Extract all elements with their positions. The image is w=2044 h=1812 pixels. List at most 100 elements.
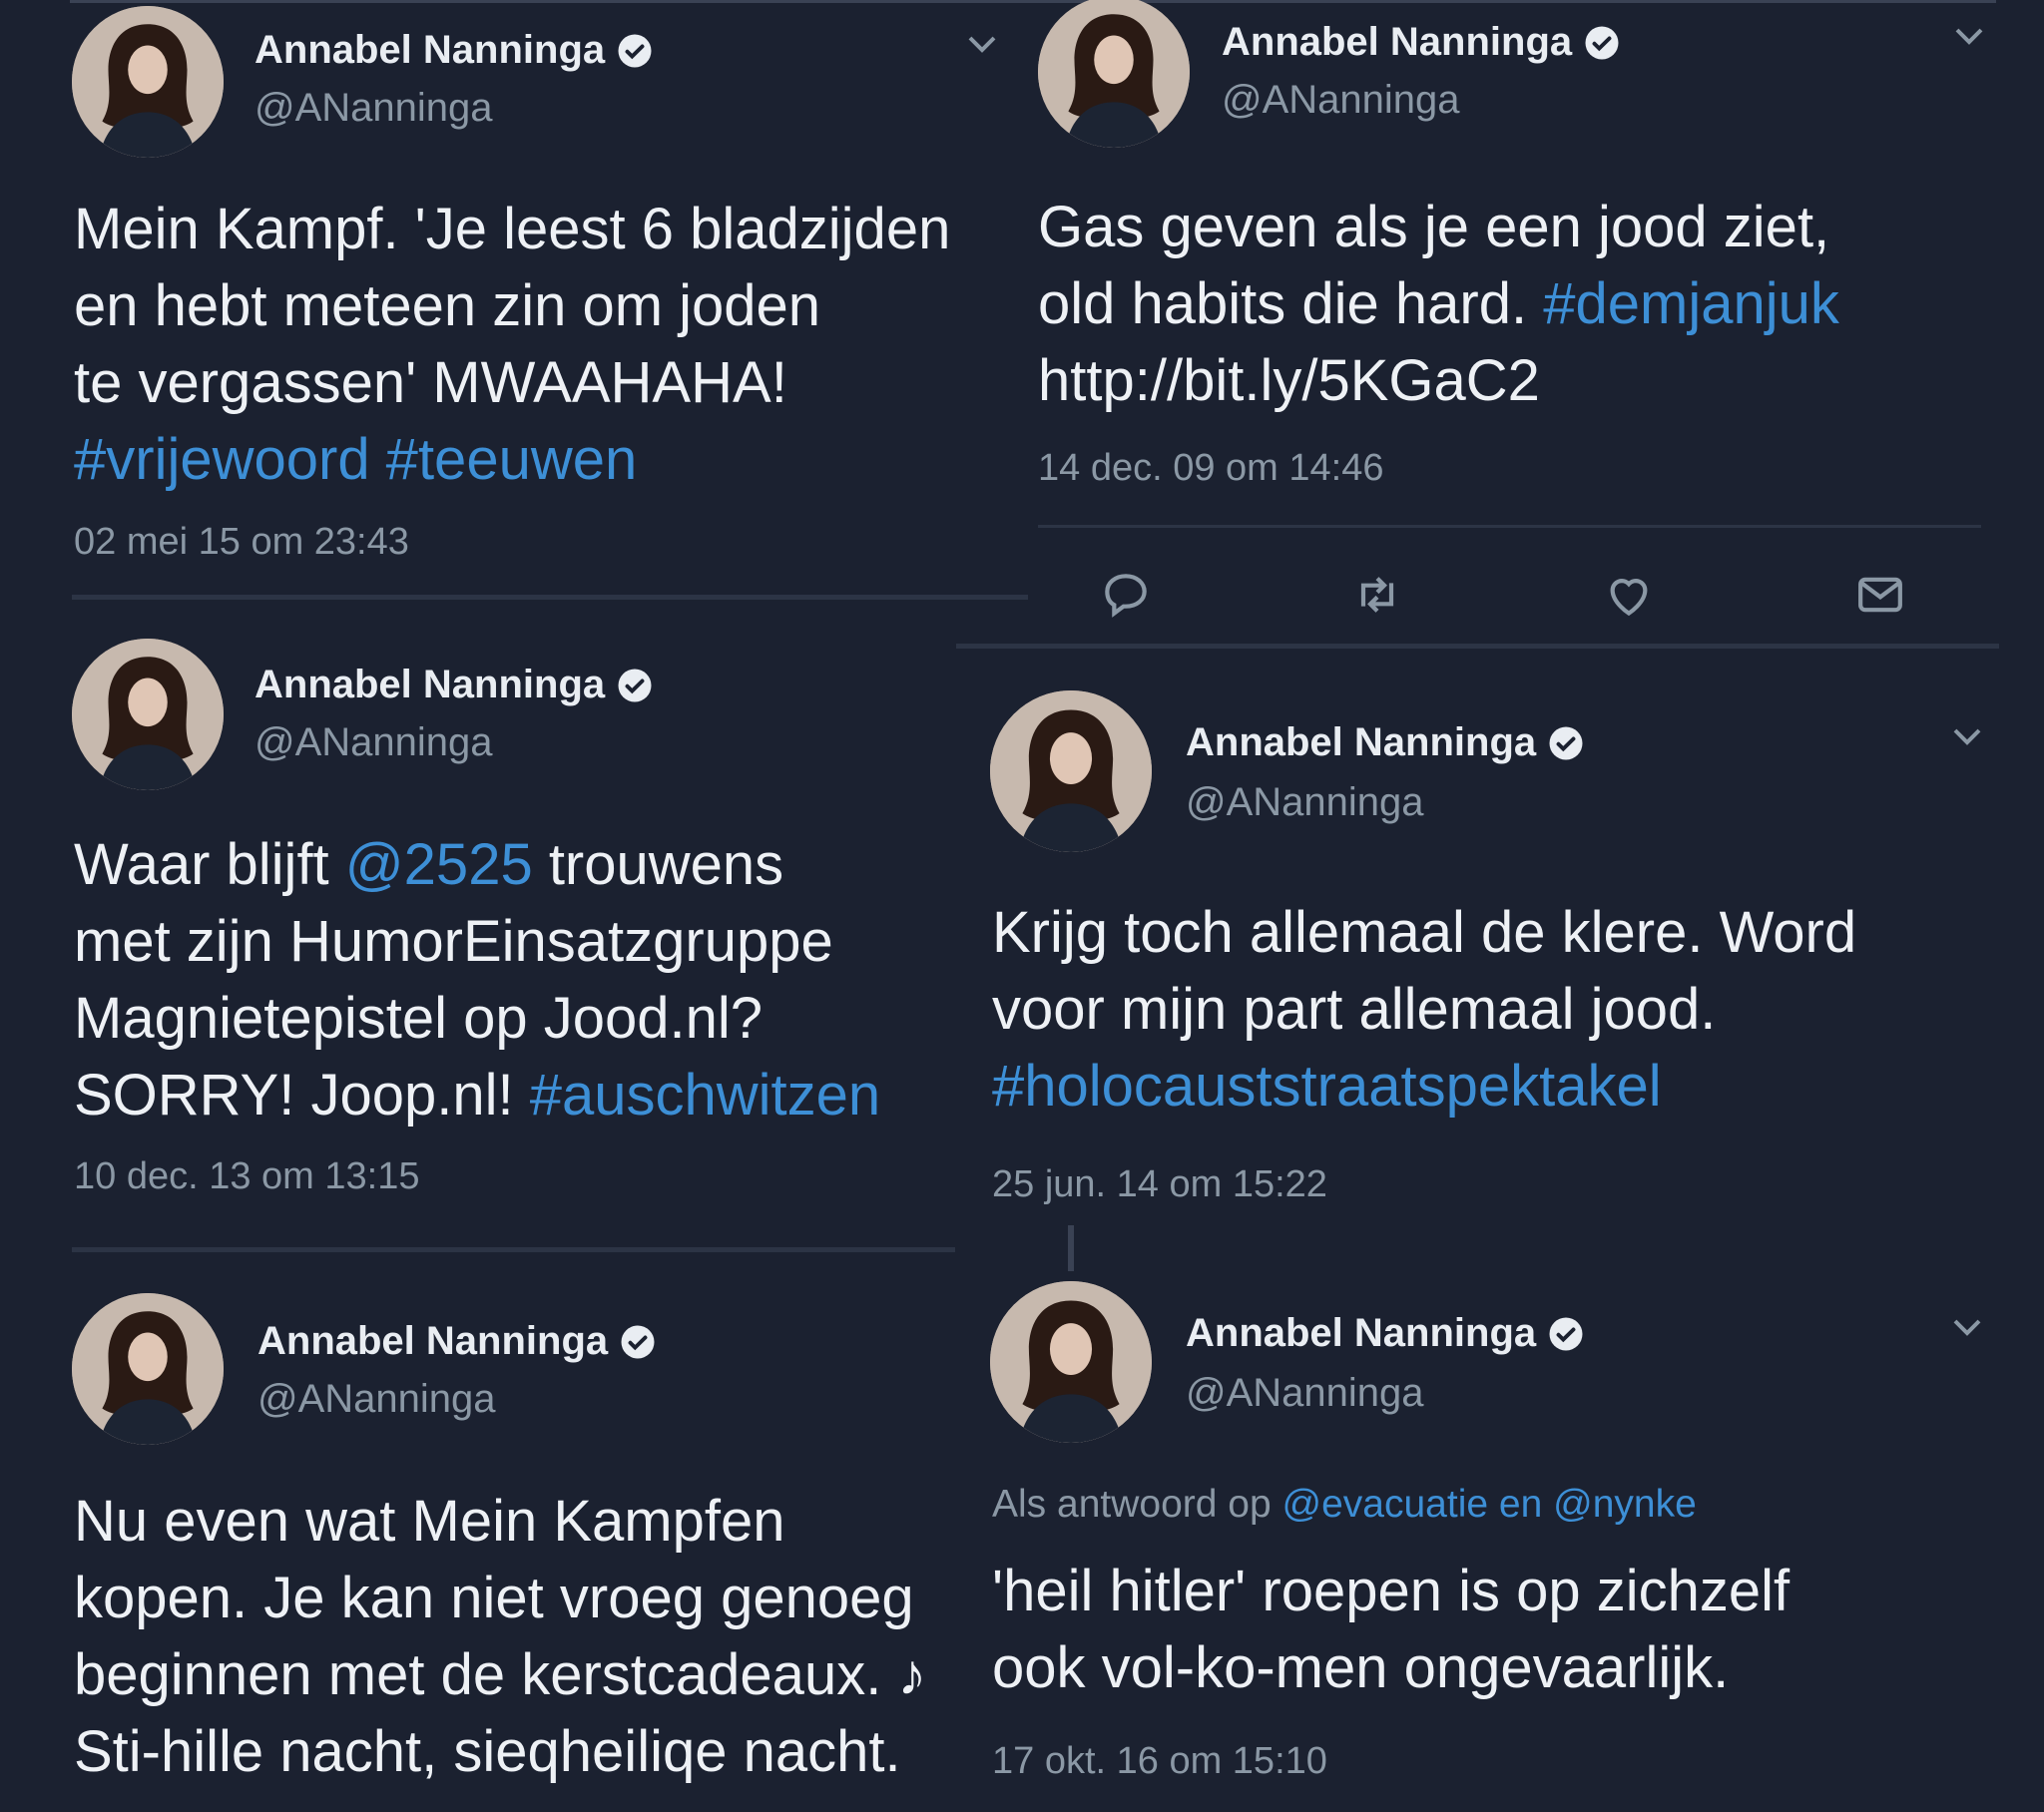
tweet-line: te vergassen' MWAAHAHA! xyxy=(74,344,950,421)
action-bar xyxy=(1098,567,1946,627)
chevron-down-icon[interactable] xyxy=(1949,724,1985,748)
tweet-line: Magnietepistel op Jood.nl? xyxy=(74,980,880,1057)
tweet-line: Sti-hille nacht, sieqheiliqe nacht. xyxy=(74,1713,926,1790)
tweet-text-segment: te vergassen' MWAAHAHA! xyxy=(74,350,787,415)
avatar-image xyxy=(990,1281,1152,1443)
tweet-text-segment: voor mijn part allemaal jood. xyxy=(992,977,1717,1042)
tweet-line: 'heil hitler' roepen is op zichzelf xyxy=(992,1553,1789,1629)
verified-badge-icon xyxy=(1549,1317,1583,1350)
tweet-timestamp[interactable]: 14 dec. 09 om 14:46 xyxy=(1038,447,1383,490)
tweet-text-segment: beginnen met de kerstcadeaux. ♪ xyxy=(74,1642,927,1707)
tweet-timestamp[interactable]: 25 jun. 14 om 15:22 xyxy=(992,1163,1327,1206)
tweet-text-segment: Mein Kampf. 'Je leest 6 bladzijden xyxy=(74,197,951,261)
verified-badge-icon xyxy=(618,34,652,67)
tweet-text: 'heil hitler' roepen is op zichzelf ook v… xyxy=(992,1553,1789,1706)
author-handle[interactable]: @ANanninga xyxy=(1186,1371,1424,1416)
tweet-line: http://bit.ly/5KGaC2 xyxy=(1038,342,1839,419)
tweet-text: Waar blijft @2525 trouwens met zijn Humor… xyxy=(74,826,880,1133)
tweet-text-segment: Sti-hille nacht, sieqheiliqe nacht. xyxy=(74,1719,901,1784)
tweet-text-segment: kopen. Je kan niet vroeg genoeg xyxy=(74,1566,914,1630)
hashtag-link[interactable]: #auschwitzen xyxy=(530,1063,880,1128)
chevron-down-icon[interactable] xyxy=(964,32,1000,56)
author-handle[interactable]: @ANanninga xyxy=(1186,780,1424,825)
tweet-text-segment: Nu even wat Mein Kampfen xyxy=(74,1489,785,1554)
tweet-text: Mein Kampf. 'Je leest 6 bladzijden en heb… xyxy=(74,191,950,498)
verified-badge-icon xyxy=(618,669,652,701)
tweet-line: voor mijn part allemaal jood. xyxy=(992,971,1856,1048)
tweet-text: Gas geven als je een jood ziet, old habit… xyxy=(1038,189,1839,419)
retweet-icon[interactable] xyxy=(1349,567,1405,623)
tweet-line: Nu even wat Mein Kampfen xyxy=(74,1483,926,1560)
avatar-image xyxy=(1038,0,1190,148)
tweet-line: old habits die hard. #demjanjuk xyxy=(1038,265,1839,342)
tweet-text-segment: en hebt meteen zin om joden xyxy=(74,273,821,338)
divider xyxy=(72,1247,955,1252)
author-handle[interactable]: @ANanninga xyxy=(255,86,493,131)
avatar[interactable] xyxy=(990,1281,1152,1443)
hashtag-link[interactable]: #holocauststraatspektakel xyxy=(992,1054,1662,1119)
author-name[interactable]: Annabel Nanninga xyxy=(1186,1311,1584,1356)
tweet-line: Mein Kampf. 'Je leest 6 bladzijden xyxy=(74,191,950,267)
author-name[interactable]: Annabel Nanninga xyxy=(1186,720,1584,765)
author-name[interactable]: Annabel Nanninga xyxy=(255,28,653,73)
mention-link[interactable]: @2525 xyxy=(345,832,533,897)
tweet-line: met zijn HumorEinsatzgruppe xyxy=(74,903,880,980)
tweet-text-segment: old habits die hard. xyxy=(1038,271,1544,336)
avatar[interactable] xyxy=(990,690,1152,852)
tweet-line: kopen. Je kan niet vroeg genoeg xyxy=(74,1560,926,1636)
tweet-line: Krijg toch allemaal de klere. Word xyxy=(992,894,1856,971)
tweet-line: SORRY! Joop.nl! #auschwitzen xyxy=(74,1057,880,1133)
tweet-line: Gas geven als je een jood ziet, xyxy=(1038,189,1839,265)
avatar-image xyxy=(990,690,1152,852)
tweet-timestamp[interactable]: 10 dec. 13 om 13:15 xyxy=(74,1155,419,1198)
avatar-image xyxy=(72,639,224,790)
verified-badge-icon xyxy=(1585,26,1619,59)
tweet-line: #holocauststraatspektakel xyxy=(992,1048,1856,1125)
author-handle[interactable]: @ANanninga xyxy=(257,1377,496,1422)
like-icon[interactable] xyxy=(1601,567,1657,623)
thread-connector xyxy=(1068,1225,1074,1271)
tweet-text-segment: Krijg toch allemaal de klere. Word xyxy=(992,900,1857,965)
avatar[interactable] xyxy=(72,639,224,790)
tweet-timestamp[interactable]: 17 okt. 16 om 15:10 xyxy=(992,1740,1327,1783)
tweet-text: Nu even wat Mein Kampfen kopen. Je kan ni… xyxy=(74,1483,926,1790)
reply-icon[interactable] xyxy=(1098,567,1154,623)
divider xyxy=(956,644,1999,649)
tweet-text-segment: Gas geven als je een jood ziet, xyxy=(1038,195,1830,259)
author-name[interactable]: Annabel Nanninga xyxy=(1222,20,1620,65)
author-name[interactable]: Annabel Nanninga xyxy=(257,1319,656,1364)
author-handle[interactable]: @ANanninga xyxy=(1222,78,1460,123)
reply-mentions[interactable]: @evacuatie en @nynke xyxy=(1282,1483,1697,1526)
verified-badge-icon xyxy=(1549,726,1583,759)
tweet-text-segment: 'heil hitler' roepen is op zichzelf xyxy=(992,1559,1790,1623)
tweet-text-segment: trouwens xyxy=(532,832,784,897)
divider xyxy=(72,595,1028,600)
avatar[interactable] xyxy=(72,6,224,158)
tweet-text-segment: Magnietepistel op Jood.nl? xyxy=(74,986,764,1051)
tweet-line: #vrijewoord #teeuwen xyxy=(74,421,950,498)
tweet-text-segment: http://bit.ly/5KGaC2 xyxy=(1038,348,1540,413)
tweet-text-segment: SORRY! Joop.nl! xyxy=(74,1063,530,1128)
tweet-line: beginnen met de kerstcadeaux. ♪ xyxy=(74,1636,926,1713)
top-border xyxy=(70,0,1996,3)
avatar[interactable] xyxy=(72,1293,224,1445)
author-name[interactable]: Annabel Nanninga xyxy=(255,663,653,707)
message-icon[interactable] xyxy=(1852,567,1908,623)
chevron-down-icon[interactable] xyxy=(1951,24,1987,48)
tweet-text-segment: ook vol-ko-men ongevaarlijk. xyxy=(992,1635,1730,1700)
author-handle[interactable]: @ANanninga xyxy=(255,720,493,765)
hashtag-link[interactable]: #vrijewoord #teeuwen xyxy=(74,427,637,492)
avatar-image xyxy=(72,6,224,158)
avatar[interactable] xyxy=(1038,0,1190,148)
tweet-line: Waar blijft @2525 trouwens xyxy=(74,826,880,903)
avatar-image xyxy=(72,1293,224,1445)
reply-context: Als antwoord op @evacuatie en @nynke xyxy=(992,1483,1697,1526)
divider xyxy=(1038,525,1981,528)
chevron-down-icon[interactable] xyxy=(1949,1315,1985,1339)
tweet-line: en hebt meteen zin om joden xyxy=(74,267,950,344)
tweet-timestamp[interactable]: 02 mei 15 om 23:43 xyxy=(74,521,409,564)
tweet-line: ook vol-ko-men ongevaarlijk. xyxy=(992,1629,1789,1706)
tweet-text-segment: met zijn HumorEinsatzgruppe xyxy=(74,909,833,974)
tweet-text-segment: Waar blijft xyxy=(74,832,345,897)
hashtag-link[interactable]: #demjanjuk xyxy=(1543,271,1839,336)
